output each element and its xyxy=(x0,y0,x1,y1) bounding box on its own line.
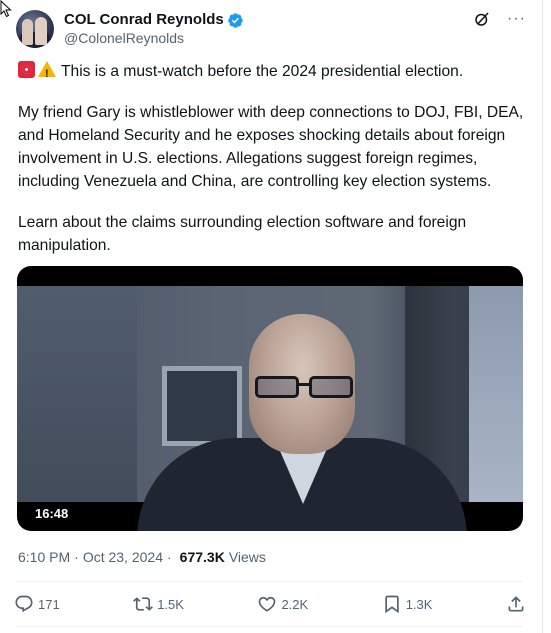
like-button[interactable]: 2.2K xyxy=(257,594,308,614)
tweet-paragraph-1: This is a must-watch before the 2024 pre… xyxy=(61,63,464,80)
tweet-header: COL Conrad Reynolds @ColonelReynolds ··· xyxy=(16,10,526,50)
video-duration: 16:48 xyxy=(27,504,77,523)
siren-emoji-icon xyxy=(18,61,35,78)
bookmark-count: 1.3K xyxy=(405,596,433,612)
views-label: Views xyxy=(228,549,266,565)
reply-button[interactable]: 171 xyxy=(14,594,60,614)
tweet-meta: 6:10 PM · Oct 23, 2024 · 677.3K Views xyxy=(18,549,266,565)
share-icon xyxy=(508,596,524,612)
like-count: 2.2K xyxy=(281,596,309,612)
repost-button[interactable]: 1.5K xyxy=(133,594,184,614)
divider xyxy=(17,581,523,582)
bookmark-icon xyxy=(385,595,399,614)
share-button[interactable] xyxy=(506,594,530,614)
tweet-paragraph-3: Learn about the claims surrounding elect… xyxy=(18,214,467,254)
repost-count: 1.5K xyxy=(157,596,184,612)
mouse-cursor-icon xyxy=(0,0,12,18)
meta-separator: · xyxy=(74,549,79,565)
tweet-paragraph-2: My friend Gary is whistleblower with dee… xyxy=(18,104,524,190)
author-display-name[interactable]: COL Conrad Reynolds xyxy=(64,11,224,29)
views-count[interactable]: 677.3K xyxy=(180,549,225,565)
action-bar: 171 1.5K 2.2K 1.3K xyxy=(14,591,530,617)
repost-icon xyxy=(133,597,154,611)
reply-icon xyxy=(15,595,33,613)
header-actions: ··· xyxy=(473,10,526,28)
tweet-body: This is a must-watch before the 2024 pre… xyxy=(18,60,530,257)
tweet-date[interactable]: Oct 23, 2024 xyxy=(83,549,163,565)
avatar[interactable] xyxy=(16,10,54,48)
tweet-card: COL Conrad Reynolds @ColonelReynolds ···… xyxy=(0,0,543,633)
video-player[interactable]: 16:48 xyxy=(17,266,523,531)
tweet-time[interactable]: 6:10 PM xyxy=(18,549,70,565)
reply-count: 171 xyxy=(38,596,60,612)
bookmark-button[interactable]: 1.3K xyxy=(382,594,433,614)
more-icon[interactable]: ··· xyxy=(507,10,526,28)
warning-emoji-icon xyxy=(38,61,56,86)
author-block: COL Conrad Reynolds @ColonelReynolds xyxy=(64,10,244,47)
divider-bottom xyxy=(17,626,523,627)
video-thumbnail xyxy=(17,286,523,531)
heart-icon xyxy=(259,596,276,612)
author-handle[interactable]: @ColonelReynolds xyxy=(64,29,244,47)
grok-icon[interactable] xyxy=(473,10,491,28)
verified-badge-icon xyxy=(227,12,243,28)
meta-separator-2: · xyxy=(166,549,172,565)
